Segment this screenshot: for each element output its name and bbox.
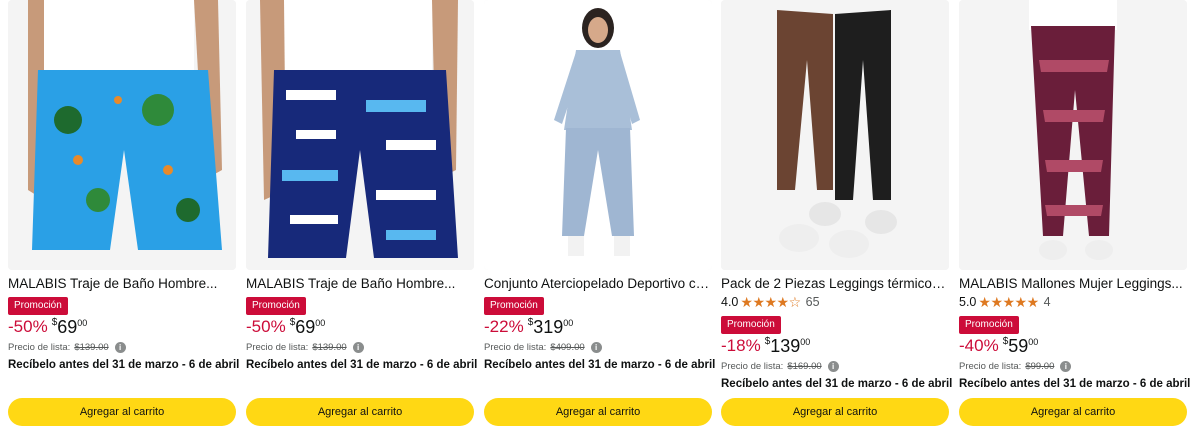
leggings-pack-image — [721, 0, 949, 270]
info-icon[interactable]: i — [352, 341, 364, 353]
add-to-cart-button[interactable]: Agregar al carrito — [246, 398, 474, 426]
list-price: $139.00 — [74, 341, 109, 353]
product-carousel: MALABIS Traje de Baño Hombre... Promoció… — [0, 0, 1200, 436]
discount-percent: -50% — [246, 317, 286, 336]
promo-badge: Promoción — [959, 316, 1019, 334]
delivery-estimate: Recíbelo antes del 31 de marzo - 6 de ab… — [8, 359, 240, 371]
product-image-link[interactable] — [8, 0, 236, 270]
price-fraction: 00 — [800, 337, 811, 347]
rating-value: 4.0 — [721, 295, 739, 309]
info-icon[interactable]: i — [590, 341, 602, 353]
list-price: $139.00 — [312, 341, 347, 353]
swim-shorts-tropical-image — [8, 0, 236, 270]
product-image-link[interactable] — [246, 0, 474, 270]
rating[interactable]: 4.0 ★★★★☆ 65 — [721, 294, 820, 310]
discount-percent: -22% — [484, 317, 524, 336]
promo-badge: Promoción — [8, 297, 68, 315]
rating-count[interactable]: 65 — [806, 295, 820, 309]
price: -18% $ 139 00 — [721, 334, 810, 358]
product-title[interactable]: Pack de 2 Piezas Leggings térmicos para.… — [721, 276, 949, 292]
list-price-line: Precio de lista: $139.00 i — [246, 340, 364, 354]
discount-percent: -18% — [721, 336, 761, 355]
list-price-line: Precio de lista: $139.00 i — [8, 340, 126, 354]
price-whole: 69 — [57, 317, 78, 337]
price-whole: 59 — [1008, 336, 1029, 356]
discount-percent: -40% — [959, 336, 999, 355]
add-to-cart-button[interactable]: Agregar al carrito — [959, 398, 1187, 426]
product-card: MALABIS Mallones Mujer Leggings... 5.0 ★… — [959, 0, 1191, 436]
price: -22% $ 319 00 — [484, 315, 573, 339]
price-whole: 69 — [295, 317, 316, 337]
price-fraction: 00 — [563, 318, 574, 328]
list-price: $169.00 — [787, 360, 822, 372]
price: -40% $ 59 00 — [959, 334, 1038, 358]
delivery-estimate: Recíbelo antes del 31 de marzo - 6 de ab… — [246, 359, 478, 371]
price-fraction: 00 — [1028, 337, 1039, 347]
swim-shorts-graffiti-image — [246, 0, 474, 270]
product-card: MALABIS Traje de Baño Hombre... Promoció… — [246, 0, 478, 436]
product-card: Pack de 2 Piezas Leggings térmicos para.… — [721, 0, 953, 436]
list-price-label: Precio de lista: — [484, 341, 547, 353]
star-rating-icon: ★★★★★ — [978, 293, 1039, 310]
add-to-cart-button[interactable]: Agregar al carrito — [8, 398, 236, 426]
info-icon[interactable]: i — [827, 360, 839, 372]
star-rating-icon: ★★★★☆ — [740, 293, 801, 310]
product-card: MALABIS Traje de Baño Hombre... Promoció… — [8, 0, 240, 436]
velvet-tracksuit-image — [484, 0, 712, 270]
price: -50% $ 69 00 — [8, 315, 87, 339]
rating-count[interactable]: 4 — [1044, 295, 1051, 309]
list-price-label: Precio de lista: — [246, 341, 309, 353]
add-to-cart-button[interactable]: Agregar al carrito — [721, 398, 949, 426]
product-image-link[interactable] — [721, 0, 949, 270]
delivery-estimate: Recíbelo antes del 31 de marzo - 6 de ab… — [959, 378, 1191, 390]
promo-badge: Promoción — [246, 297, 306, 315]
product-card: Conjunto Aterciopelado Deportivo con... … — [484, 0, 716, 436]
info-icon[interactable]: i — [1060, 360, 1072, 372]
patterned-leggings-image — [959, 0, 1187, 270]
product-title[interactable]: MALABIS Traje de Baño Hombre... — [8, 276, 236, 292]
add-to-cart-button[interactable]: Agregar al carrito — [484, 398, 712, 426]
list-price: $409.00 — [550, 341, 585, 353]
price-fraction: 00 — [315, 318, 326, 328]
price: -50% $ 69 00 — [246, 315, 325, 339]
rating[interactable]: 5.0 ★★★★★ 4 — [959, 294, 1051, 310]
price-fraction: 00 — [77, 318, 88, 328]
delivery-estimate: Recíbelo antes del 31 de marzo - 6 de ab… — [484, 359, 716, 371]
list-price-line: Precio de lista: $169.00 i — [721, 359, 839, 373]
product-title[interactable]: Conjunto Aterciopelado Deportivo con... — [484, 276, 712, 292]
list-price-line: Precio de lista: $409.00 i — [484, 340, 602, 354]
list-price-label: Precio de lista: — [959, 360, 1022, 372]
delivery-estimate: Recíbelo antes del 31 de marzo - 6 de ab… — [721, 378, 953, 390]
list-price-label: Precio de lista: — [721, 360, 784, 372]
discount-percent: -50% — [8, 317, 48, 336]
price-whole: 139 — [770, 336, 801, 356]
price-whole: 319 — [533, 317, 564, 337]
promo-badge: Promoción — [484, 297, 544, 315]
info-icon[interactable]: i — [114, 341, 126, 353]
rating-value: 5.0 — [959, 295, 977, 309]
product-title[interactable]: MALABIS Mallones Mujer Leggings... — [959, 276, 1187, 292]
product-image-link[interactable] — [959, 0, 1187, 270]
product-title[interactable]: MALABIS Traje de Baño Hombre... — [246, 276, 474, 292]
promo-badge: Promoción — [721, 316, 781, 334]
product-image-link[interactable] — [484, 0, 712, 270]
list-price-line: Precio de lista: $99.00 i — [959, 359, 1072, 373]
list-price: $99.00 — [1025, 360, 1055, 372]
list-price-label: Precio de lista: — [8, 341, 71, 353]
